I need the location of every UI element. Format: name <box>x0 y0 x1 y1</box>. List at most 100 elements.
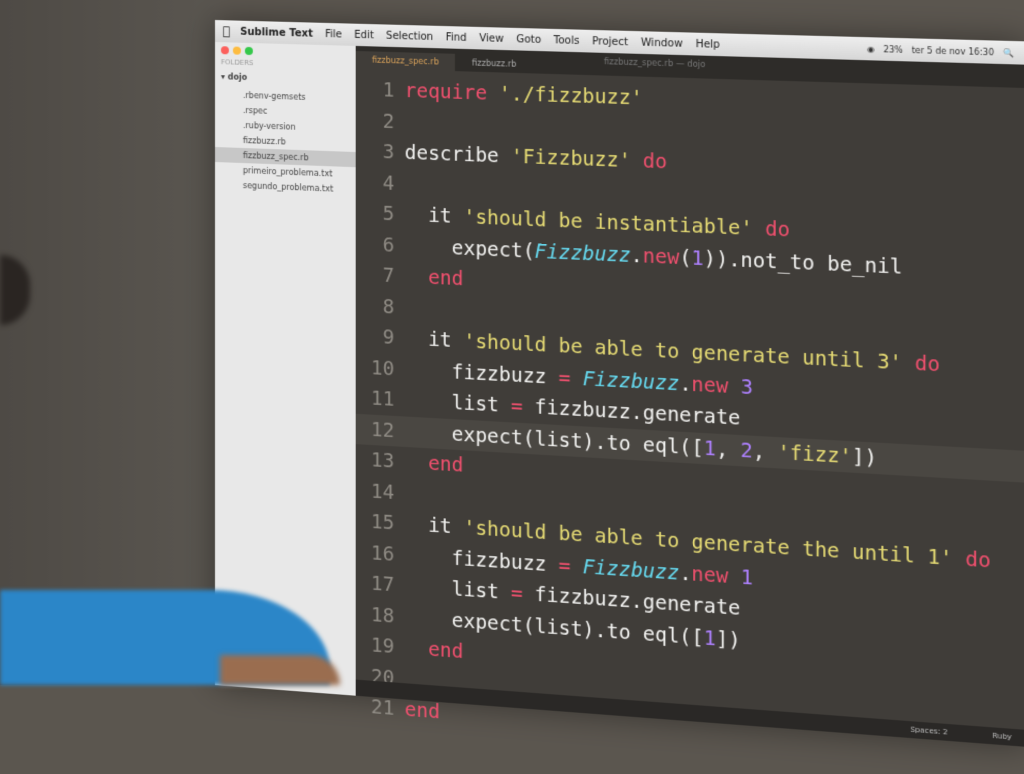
line-number: 19 <box>371 634 395 659</box>
indentation-setting[interactable]: Spaces: 2 <box>910 725 948 736</box>
code-token: describe <box>404 141 511 168</box>
code-token: new <box>691 562 729 588</box>
line-number: 8 <box>382 295 395 319</box>
menu-tools[interactable]: Tools <box>554 35 580 47</box>
menu-view[interactable]: View <box>479 33 504 45</box>
person-arm <box>220 655 340 685</box>
code-token: )).not_to be_nil <box>703 246 903 279</box>
minimize-icon[interactable] <box>232 46 241 55</box>
code-token: = <box>558 553 571 578</box>
spotlight-icon[interactable]: 🔍 <box>1003 48 1014 58</box>
code-token: do <box>752 217 790 242</box>
code-token: ( <box>679 245 692 270</box>
line-number: 17 <box>371 572 395 597</box>
code-token: = <box>558 366 571 390</box>
code-token: it <box>404 203 464 229</box>
code-token: = <box>510 394 523 418</box>
code-token: require <box>404 79 488 105</box>
code-token: end <box>404 450 464 477</box>
code-token: list <box>404 389 511 418</box>
menu-help[interactable]: Help <box>696 38 720 50</box>
code-token: . <box>679 561 692 586</box>
code-token: 1 <box>740 565 753 590</box>
code-token: 2 <box>740 438 753 463</box>
code-token: do <box>630 149 668 174</box>
line-number: 1 <box>382 79 395 102</box>
code-token: 'Fizzbuzz' <box>510 145 631 173</box>
code-token: . <box>630 243 643 268</box>
code-token: ]) <box>852 444 878 470</box>
folder-label: dojo <box>227 72 248 82</box>
code-token: Fizzbuzz <box>582 555 680 585</box>
menu-find[interactable]: Find <box>446 32 467 44</box>
projected-screen:  Sublime Text File Edit Selection Find … <box>215 20 1024 747</box>
tab-fizzbuzz-spec[interactable]: fizzbuzz_spec.rb <box>355 50 456 72</box>
line-number: 14 <box>371 479 395 504</box>
line-number: 16 <box>371 541 395 566</box>
line-number: 4 <box>382 171 395 195</box>
line-number: 13 <box>371 449 395 473</box>
code-token: 1 <box>703 626 716 651</box>
close-icon[interactable] <box>220 46 229 55</box>
room-wall <box>0 0 220 685</box>
sidebar-folder[interactable]: ▾ dojo <box>221 72 350 85</box>
code-token: it <box>404 512 464 539</box>
line-number: 3 <box>382 140 395 164</box>
tab-fizzbuzz[interactable]: fizzbuzz.rb <box>455 54 533 74</box>
line-number: 2 <box>382 109 395 133</box>
menu-file[interactable]: File <box>325 28 342 40</box>
line-number: 5 <box>382 202 395 226</box>
app-menu[interactable]: Sublime Text <box>240 26 313 39</box>
code-token: end <box>404 265 464 291</box>
line-number: 9 <box>382 326 395 350</box>
menu-goto[interactable]: Goto <box>516 34 541 46</box>
editor-pane: fizzbuzz_spec.rb fizzbuzz.rb fizzbuzz_sp… <box>355 45 1024 747</box>
code-token: it <box>404 327 464 353</box>
code-token: 1 <box>691 246 704 270</box>
line-number: 15 <box>371 510 395 535</box>
code-token: , <box>715 437 741 462</box>
menu-window[interactable]: Window <box>641 37 683 50</box>
line-number: 6 <box>382 233 395 257</box>
code-token: list <box>404 574 511 605</box>
code-token: = <box>510 581 523 606</box>
menu-edit[interactable]: Edit <box>354 29 374 41</box>
battery-level[interactable]: 23% <box>883 44 903 54</box>
wifi-icon[interactable]: ◉ <box>867 44 875 54</box>
code-token: end <box>404 636 464 664</box>
code-token: new <box>642 244 680 269</box>
line-number: 11 <box>371 387 395 411</box>
code-token: 1 <box>703 436 716 461</box>
status-icons: ◉ 23% ter 5 de nov 16:30 🔍 <box>867 44 1014 57</box>
code-token: expect( <box>404 234 535 263</box>
line-number: 7 <box>382 264 395 288</box>
code-token: do <box>902 351 940 377</box>
code-token: 'fizz' <box>777 440 853 468</box>
code-token: end <box>404 698 440 724</box>
line-number: 18 <box>371 603 395 628</box>
code-area[interactable]: 1 require './fizzbuzz' 2 3 describe 'Fizzb… <box>355 74 1024 774</box>
syntax-setting[interactable]: Ruby <box>992 732 1012 742</box>
window-controls <box>220 46 350 58</box>
apple-icon[interactable]:  <box>223 24 230 38</box>
line-number: 10 <box>371 356 395 380</box>
code-token: , <box>752 439 778 464</box>
code-token: 3 <box>740 375 753 399</box>
code-token: Fizzbuzz <box>582 367 680 395</box>
menu-selection[interactable]: Selection <box>386 30 433 42</box>
menu-project[interactable]: Project <box>592 36 628 48</box>
code-token: ]) <box>715 627 741 652</box>
zoom-icon[interactable] <box>244 46 253 56</box>
code-token: './fizzbuzz' <box>498 82 643 110</box>
code-token: Fizzbuzz <box>534 239 631 267</box>
code-token: fizzbuzz <box>404 358 559 389</box>
code-token: . <box>679 372 692 396</box>
code-token: new <box>691 372 729 398</box>
sidebar-heading: FOLDERS <box>220 58 254 68</box>
line-number: 12 <box>371 418 395 442</box>
clock[interactable]: ter 5 de nov 16:30 <box>912 45 994 57</box>
code-token: do <box>952 547 991 573</box>
